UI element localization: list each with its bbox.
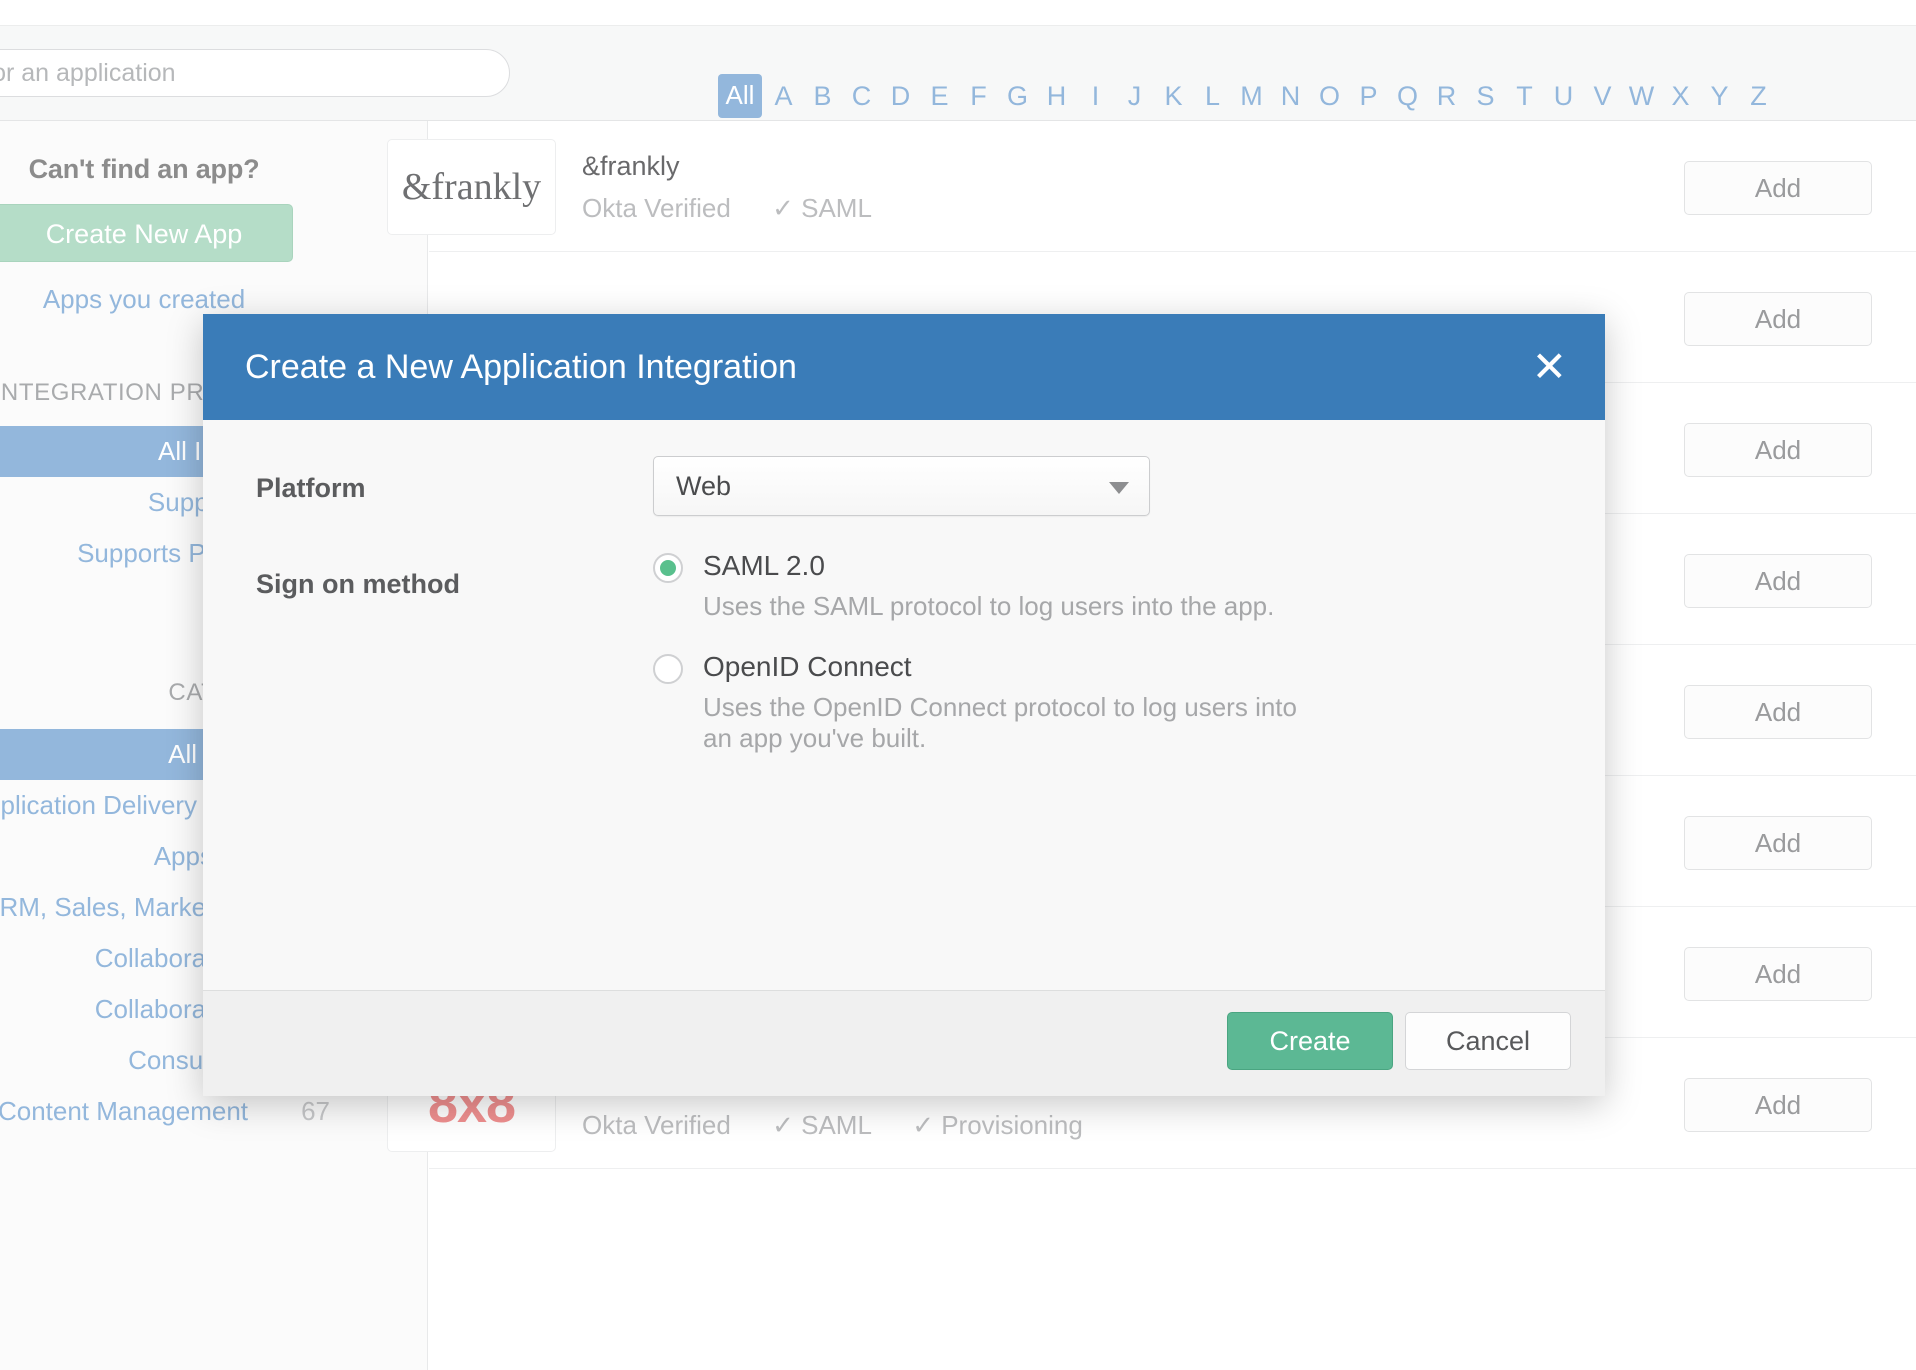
add-app-button[interactable]: Add [1684, 816, 1872, 870]
radio-saml-description: Uses the SAML protocol to log users into… [703, 591, 1323, 622]
add-app-button[interactable]: Add [1684, 554, 1872, 608]
close-icon[interactable]: ✕ [1532, 314, 1567, 420]
alphabet-filter-nav: All A B C D E F G H I J K L M N O P Q R … [718, 74, 1778, 118]
add-app-button[interactable]: Add [1684, 423, 1872, 477]
platform-label: Platform [256, 473, 366, 504]
verified-label: Okta Verified [582, 193, 731, 223]
capability-saml: ✓ SAML [772, 1110, 871, 1140]
add-app-button[interactable]: Add [1684, 947, 1872, 1001]
alpha-filter-d[interactable]: D [881, 77, 920, 116]
alpha-filter-k[interactable]: K [1154, 77, 1193, 116]
dialog-body: Platform Web Sign on method SAML 2.0 Use… [203, 420, 1605, 990]
app-metadata: Okta Verified ✓ SAML [582, 193, 872, 224]
platform-select-value: Web [676, 457, 731, 515]
alpha-filter-u[interactable]: U [1544, 77, 1583, 116]
application-catalog-page: All A B C D E F G H I J K L M N O P Q R … [0, 0, 1916, 1370]
verified-label: Okta Verified [582, 1110, 731, 1140]
alpha-filter-o[interactable]: O [1310, 77, 1349, 116]
add-app-button[interactable]: Add [1684, 685, 1872, 739]
capability-provisioning: ✓ Provisioning [912, 1110, 1083, 1140]
alpha-filter-q[interactable]: Q [1388, 77, 1427, 116]
top-strip [0, 0, 1916, 25]
radio-openid-connect-description: Uses the OpenID Connect protocol to log … [703, 692, 1323, 753]
dialog-title: Create a New Application Integration [245, 314, 797, 420]
alpha-filter-l[interactable]: L [1193, 77, 1232, 116]
alpha-filter-y[interactable]: Y [1700, 77, 1739, 116]
alpha-filter-s[interactable]: S [1466, 77, 1505, 116]
radio-saml-label[interactable]: SAML 2.0 [703, 550, 825, 582]
radio-saml-icon[interactable] [653, 553, 683, 583]
alpha-filter-g[interactable]: G [998, 77, 1037, 116]
app-logo: &frankly [387, 139, 556, 235]
radio-openid-connect-label[interactable]: OpenID Connect [703, 651, 912, 683]
app-logo-text: &frankly [402, 165, 541, 209]
dialog-footer: Create Cancel [203, 990, 1605, 1096]
alpha-filter-t[interactable]: T [1505, 77, 1544, 116]
alpha-filter-all[interactable]: All [718, 74, 762, 118]
alpha-filter-z[interactable]: Z [1739, 77, 1778, 116]
app-name: &frankly [582, 151, 680, 182]
alpha-filter-j[interactable]: J [1115, 77, 1154, 116]
search-and-filter-bar: All A B C D E F G H I J K L M N O P Q R … [0, 25, 1916, 121]
apps-you-created-link[interactable]: Apps you created [0, 284, 358, 315]
add-app-button[interactable]: Add [1684, 1078, 1872, 1132]
alpha-filter-w[interactable]: W [1622, 77, 1661, 116]
search-input[interactable] [0, 49, 510, 97]
sign-on-method-label: Sign on method [256, 569, 460, 600]
alpha-filter-e[interactable]: E [920, 77, 959, 116]
platform-select[interactable]: Web [653, 456, 1150, 516]
alpha-filter-f[interactable]: F [959, 77, 998, 116]
alpha-filter-h[interactable]: H [1037, 77, 1076, 116]
alpha-filter-a[interactable]: A [764, 77, 803, 116]
alpha-filter-v[interactable]: V [1583, 77, 1622, 116]
radio-openid-connect-icon[interactable] [653, 654, 683, 684]
create-application-integration-dialog: Create a New Application Integration ✕ P… [203, 314, 1605, 1096]
create-new-app-button[interactable]: Create New App [0, 204, 293, 262]
alpha-filter-i[interactable]: I [1076, 77, 1115, 116]
create-button[interactable]: Create [1227, 1012, 1393, 1070]
cant-find-app-block: Can't find an app? Create New App Apps y… [0, 154, 358, 315]
alpha-filter-m[interactable]: M [1232, 77, 1271, 116]
alpha-filter-r[interactable]: R [1427, 77, 1466, 116]
alpha-filter-c[interactable]: C [842, 77, 881, 116]
alpha-filter-n[interactable]: N [1271, 77, 1310, 116]
chevron-down-icon [1109, 482, 1129, 494]
cant-find-app-title: Can't find an app? [0, 154, 358, 185]
alpha-filter-b[interactable]: B [803, 77, 842, 116]
add-app-button[interactable]: Add [1684, 161, 1872, 215]
alpha-filter-x[interactable]: X [1661, 77, 1700, 116]
add-app-button[interactable]: Add [1684, 292, 1872, 346]
cancel-button[interactable]: Cancel [1405, 1012, 1571, 1070]
capability-saml: ✓ SAML [772, 193, 872, 223]
dialog-header: Create a New Application Integration ✕ [203, 314, 1605, 420]
app-metadata: Okta Verified ✓ SAML ✓ Provisioning [582, 1110, 1083, 1141]
table-row[interactable]: &frankly &frankly Okta Verified ✓ SAML A… [429, 121, 1916, 252]
alpha-filter-p[interactable]: P [1349, 77, 1388, 116]
